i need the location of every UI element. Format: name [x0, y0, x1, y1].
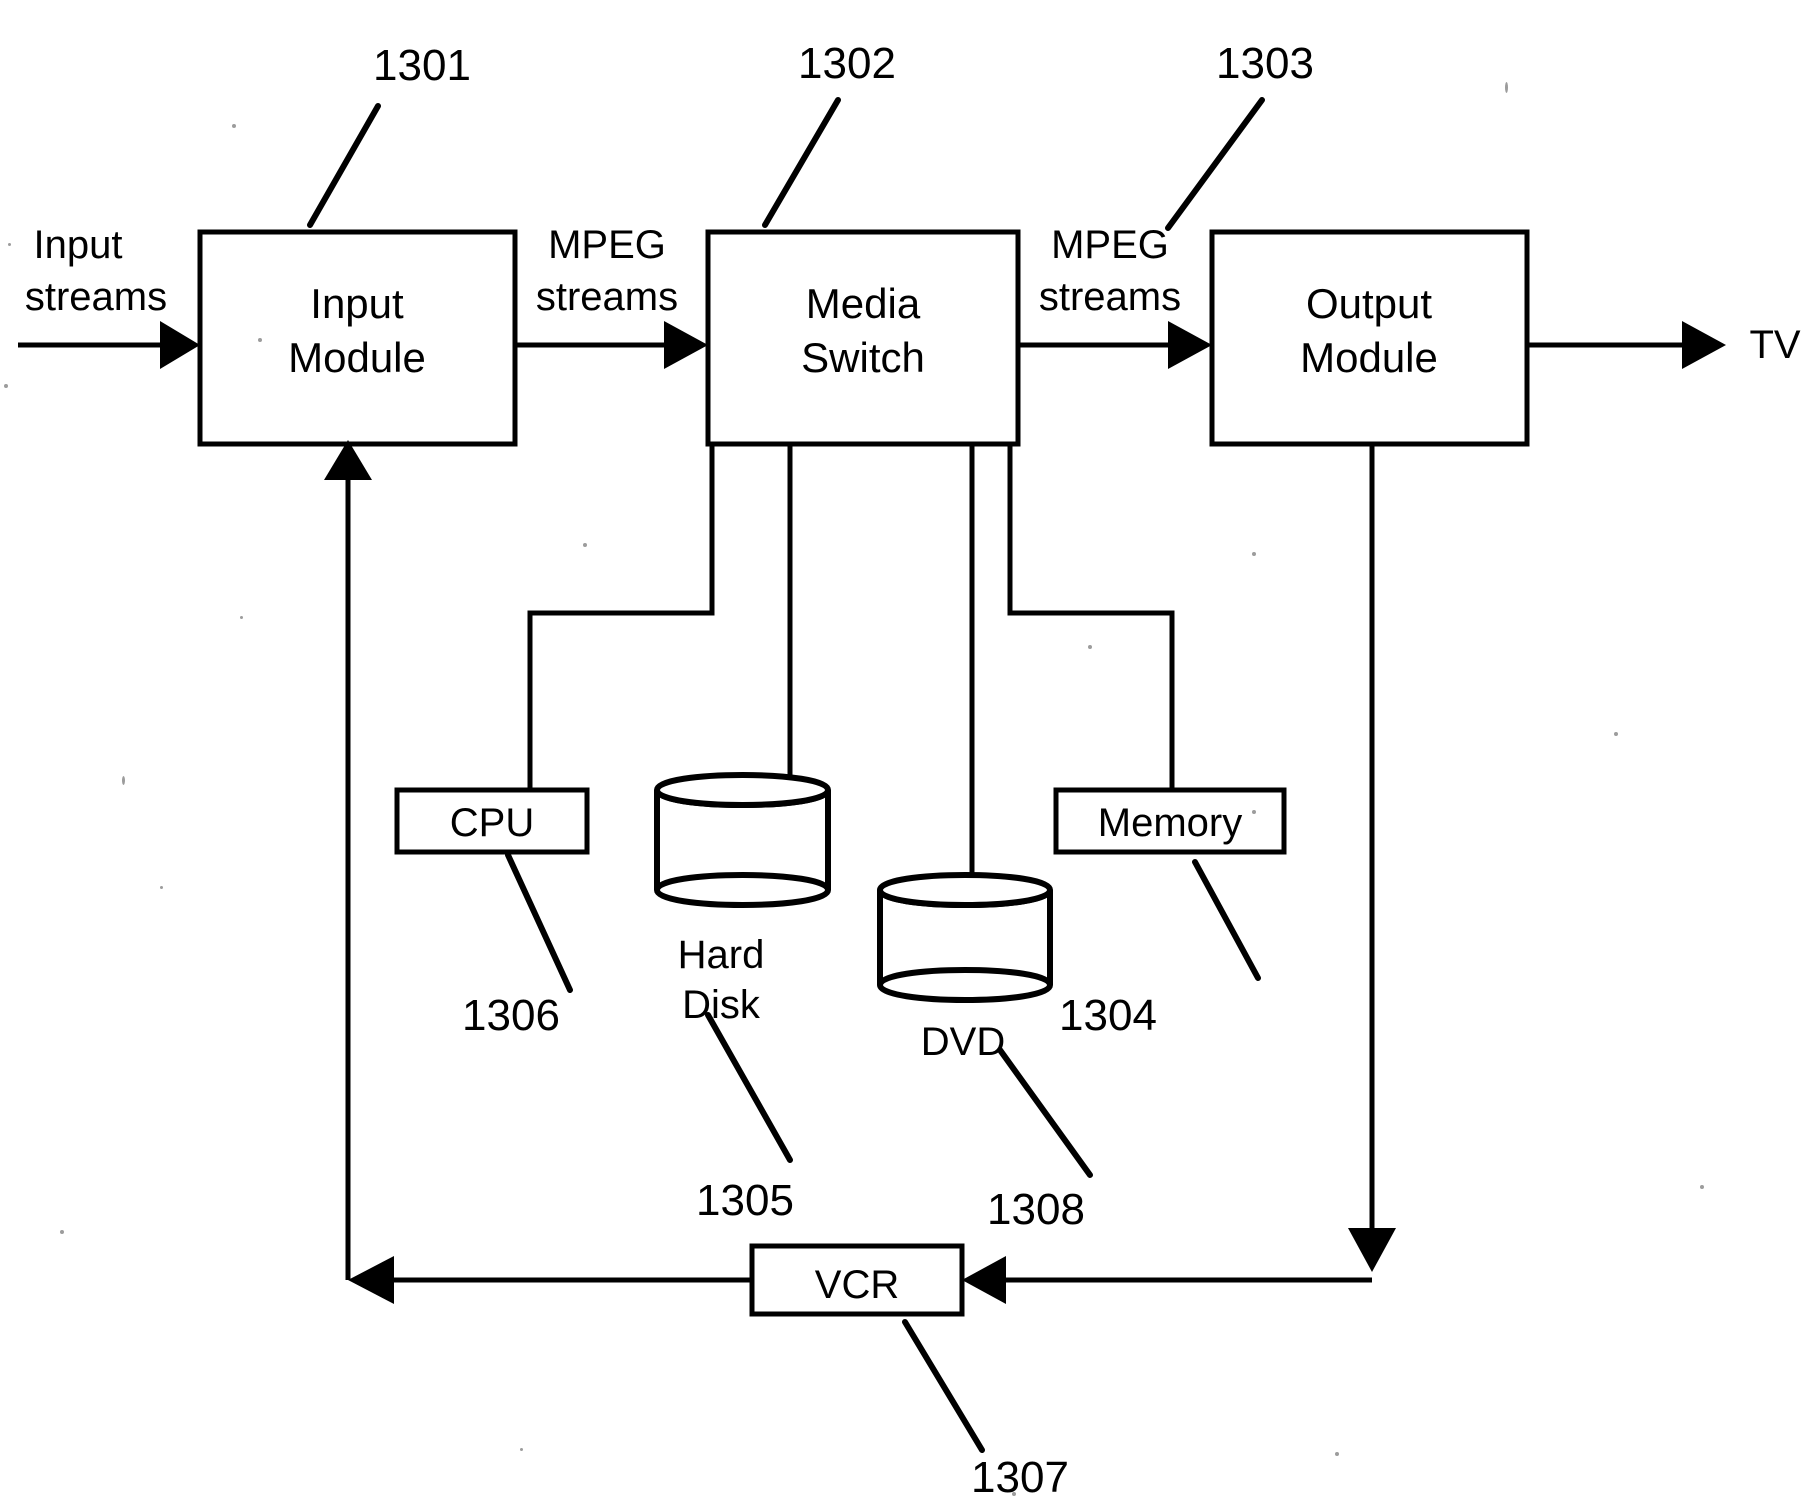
- scan-speck: [1252, 810, 1256, 814]
- hard-disk-label-line2: Disk: [682, 983, 761, 1027]
- scan-speck: [240, 616, 243, 619]
- block-diagram: Input Module Media Switch Output Module …: [18, 39, 1801, 1502]
- input-streams-arrowhead: [160, 321, 200, 369]
- output-module-label-line1: Output: [1306, 280, 1432, 327]
- input-streams-label-line1: Input: [34, 223, 123, 267]
- leader-1301: [307, 103, 381, 228]
- scan-speck: [583, 543, 587, 547]
- leader-1302: [762, 97, 841, 228]
- mpeg-streams-2-label-line1: MPEG: [1051, 223, 1169, 267]
- switch-to-cpu-line: [527, 444, 715, 790]
- scan-speck: [1700, 1185, 1704, 1189]
- scan-speck: [1088, 645, 1092, 649]
- scan-speck: [60, 1230, 64, 1234]
- ref-number-1305: 1305: [696, 1176, 794, 1225]
- output-down-arrowhead: [1348, 1228, 1396, 1272]
- scan-speck: [232, 124, 236, 128]
- leader-1305: [705, 1012, 793, 1163]
- media-switch-label-line2: Switch: [801, 334, 925, 381]
- scan-speck: [520, 1448, 523, 1451]
- mpeg-streams-1-label-line2: streams: [536, 275, 678, 319]
- ref-number-1301: 1301: [373, 41, 471, 90]
- patent-figure-page: Input Module Media Switch Output Module …: [0, 0, 1814, 1507]
- feedback-left-arrowhead: [348, 1256, 394, 1304]
- scan-speck: [4, 384, 8, 388]
- ref-number-1304: 1304: [1059, 991, 1157, 1040]
- leader-1304: [1192, 859, 1261, 981]
- input-streams-label-line2: streams: [25, 275, 167, 319]
- scan-speck: [1614, 732, 1618, 736]
- leader-1308: [997, 1047, 1093, 1178]
- switch-to-memory-line: [1007, 444, 1175, 790]
- output-to-tv-arrowhead: [1682, 321, 1726, 369]
- ref-number-1302: 1302: [798, 39, 896, 88]
- vcr-right-arrowhead: [962, 1256, 1006, 1304]
- scan-speck: [1252, 552, 1256, 556]
- memory-label: Memory: [1098, 801, 1242, 845]
- leader-1307: [902, 1319, 985, 1453]
- scan-speck: [1335, 1452, 1339, 1456]
- input-module-label-line1: Input: [310, 280, 404, 327]
- ref-number-1307-placeholder: 1308: [987, 1185, 1085, 1234]
- cpu-label: CPU: [450, 801, 534, 845]
- ref-number-1303: 1303: [1216, 39, 1314, 88]
- scan-speck: [1012, 1492, 1016, 1496]
- scan-speck: [160, 886, 163, 889]
- tv-label: TV: [1749, 323, 1800, 367]
- leader-1303: [1165, 97, 1265, 231]
- switch-to-output-arrowhead: [1168, 321, 1212, 369]
- hard-disk-label-line1: Hard: [678, 933, 765, 977]
- mpeg-streams-2-label-line2: streams: [1039, 275, 1181, 319]
- vcr-label: VCR: [815, 1263, 899, 1307]
- scan-speck: [8, 243, 11, 246]
- output-module-label-line2: Module: [1300, 334, 1438, 381]
- ref-number-1306: 1306: [462, 991, 560, 1040]
- scan-speck: [1505, 82, 1508, 93]
- ref-number-1307: 1307: [971, 1453, 1069, 1502]
- mpeg-streams-1-label-line1: MPEG: [548, 223, 666, 267]
- dvd-label: DVD: [921, 1020, 1005, 1064]
- leader-1306: [505, 852, 573, 993]
- dvd-cylinder[interactable]: [876, 872, 1054, 1003]
- scan-speck: [258, 338, 262, 342]
- hard-disk-cylinder[interactable]: [653, 772, 832, 908]
- scan-speck: [122, 776, 125, 785]
- media-switch-label-line1: Media: [806, 280, 921, 327]
- input-to-switch-arrowhead: [664, 321, 708, 369]
- input-module-label-line2: Module: [288, 334, 426, 381]
